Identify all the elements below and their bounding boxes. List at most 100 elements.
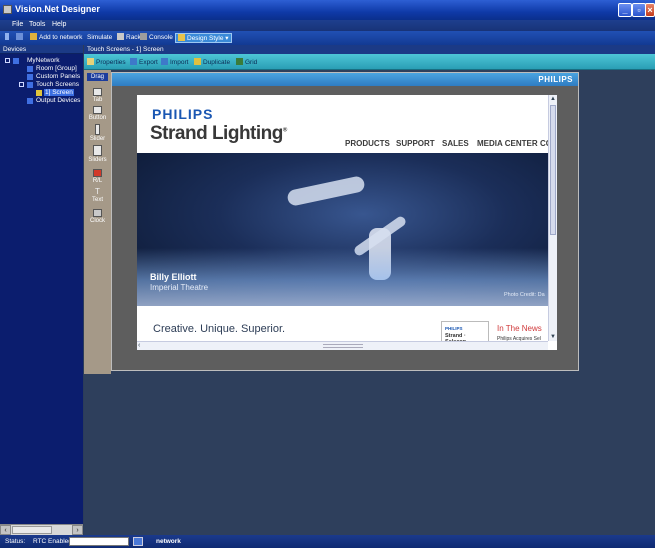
tagline: Creative. Unique. Superior. [153,323,286,335]
web-hscroll-grip[interactable] [323,344,363,348]
palette-tab-label: Tab [92,97,103,103]
properties-label: Properties [96,59,126,66]
grid-icon [236,58,243,65]
nav-support[interactable]: SUPPORT [396,139,435,148]
menu-help[interactable]: Help [52,21,66,28]
scroll-down-icon[interactable]: ▼ [549,333,557,341]
tree-item-output-devices[interactable]: Output Devices [36,97,80,104]
palette-clock[interactable]: Clock [84,209,111,224]
screen-icon [36,90,42,96]
properties-button[interactable]: Properties [87,58,126,66]
devices-horizontal-scrollbar[interactable]: ‹ › [0,524,83,535]
toolbar-grip-icon [3,33,13,43]
scroll-left-icon[interactable]: ‹ [138,342,140,350]
network-icon [30,33,37,40]
palette-sliders[interactable]: Sliders [84,145,111,163]
palette-sliders-label: Sliders [88,157,107,163]
import-icon [161,58,168,65]
palette-text-label: Text [91,197,103,203]
expand-touch-screens-icon[interactable] [19,82,24,87]
add-to-network-label: Add to network [39,34,83,41]
palette-button[interactable]: Button [84,106,111,121]
minimize-button[interactable]: _ [618,3,632,17]
nav-sales[interactable]: SALES [442,139,469,148]
scroll-up-icon[interactable]: ▲ [549,95,557,103]
web-vertical-scrollbar[interactable]: ▲ ▼ [548,95,557,341]
button-icon [93,106,102,114]
design-style-button[interactable]: Design Style ▾ [175,33,232,43]
network-status: network [156,538,181,545]
news-heading: In The News [497,324,542,333]
rtc-status: RTC Enabled [33,538,72,545]
duplicate-icon [194,58,201,65]
palette-slider[interactable]: Slider [84,124,111,142]
close-button[interactable]: × [645,3,655,17]
design-style-label: Design Style [187,35,224,42]
palette-button-label: Button [88,115,107,121]
web-horizontal-scrollbar[interactable]: ‹ [137,341,548,350]
dancer-figure [286,175,366,207]
console-icon [140,33,147,40]
hero-image: Billy Elliott Imperial Theatre Photo Cre… [137,153,548,306]
scroll-left-icon[interactable]: ‹ [0,525,11,535]
control-palette: Drag Tab Button Slider Sliders R/L T Text… [84,70,111,374]
rl-icon [93,169,102,177]
nav-products[interactable]: PRODUCTS [345,139,390,148]
app-icon [3,5,12,14]
rack-icon [117,33,124,40]
export-icon [130,58,137,65]
simulate-button[interactable]: Simulate [85,33,114,43]
tree-item-mynetwork[interactable]: MyNetwork [27,57,60,64]
tree-item-touch-screens[interactable]: Touch Screens [36,81,79,88]
nav-media-center[interactable]: MEDIA CENTER [477,139,538,148]
tree-item-room[interactable]: Room [Group] [36,65,77,72]
menu-file[interactable]: File [12,21,23,28]
grid-button[interactable]: Grid [236,58,257,66]
grid-label: Grid [245,59,258,66]
group-icon [27,66,33,72]
network-status-icon [133,537,143,546]
palette-text[interactable]: T Text [84,187,111,204]
trademark-mark: ® [282,127,287,134]
web-browser-control[interactable]: PHILIPS Strand Lighting® PRODUCTS SUPPOR… [137,95,557,350]
devices-tree: MyNetwork Room [Group] Custom Panels Tou… [0,54,83,535]
palette-rl-label: R/L [92,178,103,184]
panel-icon [27,74,33,80]
scroll-right-icon[interactable]: › [72,525,83,535]
maximize-button[interactable]: ▫ [632,3,646,17]
strand-selecon-ad[interactable]: PHILIPS Strand · Selecon [441,321,489,345]
clock-icon [93,209,102,217]
tree-item-screen[interactable]: 1] Screen [44,89,74,96]
ad-brand: PHILIPS [445,326,463,331]
touchscreen-icon [27,82,33,88]
web-scroll-thumb[interactable] [550,105,556,235]
scroll-thumb[interactable] [12,526,52,534]
status-field [69,537,129,546]
add-to-network-button[interactable]: Add to network [28,33,84,43]
menu-tools[interactable]: Tools [29,21,45,28]
text-icon: T [95,187,100,196]
title-bar: Vision.Net Designer _ ▫ × [0,0,655,20]
hero-title: Billy Elliott [150,272,197,282]
export-label: Export [139,59,158,66]
export-button[interactable]: Export [130,58,158,66]
status-bar: Status: RTC Enabled network [0,535,655,548]
website-product: Strand Lighting [150,123,283,144]
screen-logo: PHILIPS [538,75,573,84]
menu-bar: File Tools Help [0,20,655,31]
palette-clock-label: Clock [89,218,105,224]
palette-tab[interactable]: Tab [84,88,111,103]
save-icon[interactable] [14,33,27,43]
console-label: Console [149,34,173,41]
palette-slider-label: Slider [89,136,106,142]
expand-mynetwork-icon[interactable] [5,58,10,63]
window-title: Vision.Net Designer [15,4,100,14]
palette-drag-handle[interactable]: Drag [87,73,108,81]
palette-rl[interactable]: R/L [84,169,111,184]
duplicate-button[interactable]: Duplicate [194,58,230,66]
tree-item-custom-panels[interactable]: Custom Panels [36,73,80,80]
design-style-icon [178,34,185,41]
console-button[interactable]: Console [138,33,175,43]
document-toolbar: Properties Export Import Duplicate Grid [84,54,655,70]
import-button[interactable]: Import [161,58,188,66]
